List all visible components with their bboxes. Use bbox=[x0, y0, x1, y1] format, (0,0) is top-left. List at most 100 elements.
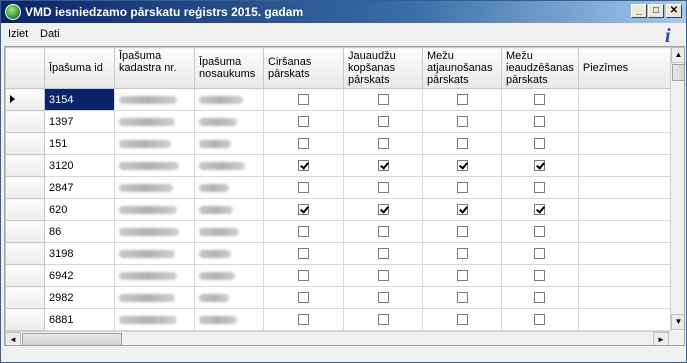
cell-piezimes[interactable] bbox=[577, 198, 672, 221]
col-header-piezimes[interactable]: Piezīmes bbox=[577, 47, 672, 89]
cell-id[interactable]: 2847 bbox=[44, 176, 115, 199]
cell-id[interactable]: 1397 bbox=[44, 110, 115, 133]
col-header-atjaunosana[interactable]: Mežu atjaunošanas pārskats bbox=[422, 47, 502, 89]
scroll-up-button[interactable]: ▲ bbox=[671, 47, 684, 63]
table-row[interactable]: 6881 bbox=[5, 308, 672, 331]
cell-id[interactable]: 151 bbox=[44, 132, 115, 155]
table-row[interactable]: 3120 bbox=[5, 154, 672, 177]
cell-piezimes[interactable] bbox=[577, 176, 672, 199]
cell-piezimes[interactable] bbox=[577, 132, 672, 155]
col-header-cirsana[interactable]: Ciršanas pārskats bbox=[263, 47, 344, 89]
jauaudzes-checkbox[interactable] bbox=[377, 292, 389, 304]
cell-nosaukums-redacted[interactable] bbox=[194, 176, 264, 199]
vertical-scroll-thumb[interactable] bbox=[672, 64, 684, 81]
jauaudzes-checkbox[interactable] bbox=[377, 138, 389, 150]
maximize-button[interactable]: □ bbox=[648, 4, 664, 18]
cell-kadastrs-redacted[interactable] bbox=[114, 154, 195, 177]
close-button[interactable]: ✕ bbox=[666, 4, 682, 18]
table-row[interactable]: 151 bbox=[5, 132, 672, 155]
cell-kadastrs-redacted[interactable] bbox=[114, 220, 195, 243]
table-row[interactable]: 2847 bbox=[5, 176, 672, 199]
cell-kadastrs-redacted[interactable] bbox=[114, 264, 195, 287]
row-header[interactable] bbox=[5, 154, 45, 177]
table-row[interactable]: 2982 bbox=[5, 286, 672, 309]
table-row[interactable]: 3154 bbox=[5, 88, 672, 111]
cell-piezimes[interactable] bbox=[577, 242, 672, 265]
atjaunosana-checkbox[interactable] bbox=[456, 204, 468, 216]
cirsana-checkbox[interactable] bbox=[298, 182, 309, 194]
cirsana-checkbox[interactable] bbox=[298, 248, 309, 260]
cell-kadastrs-redacted[interactable] bbox=[114, 176, 195, 199]
ieaudzesana-checkbox[interactable] bbox=[534, 270, 546, 282]
row-header[interactable] bbox=[5, 286, 45, 309]
jauaudzes-checkbox[interactable] bbox=[377, 116, 389, 128]
title-bar[interactable]: VMD iesniedzamo pārskatu reģistrs 2015. … bbox=[1, 1, 686, 23]
cell-kadastrs-redacted[interactable] bbox=[114, 242, 195, 265]
ieaudzesana-checkbox[interactable] bbox=[534, 226, 546, 238]
ieaudzesana-checkbox[interactable] bbox=[534, 292, 546, 304]
cell-piezimes[interactable] bbox=[577, 154, 672, 177]
cell-kadastrs-redacted[interactable] bbox=[114, 286, 195, 309]
jauaudzes-checkbox[interactable] bbox=[377, 314, 389, 326]
cell-nosaukums-redacted[interactable] bbox=[194, 308, 264, 331]
cirsana-checkbox[interactable] bbox=[298, 116, 309, 128]
info-icon[interactable]: i bbox=[665, 25, 671, 48]
minimize-button[interactable]: _ bbox=[631, 4, 647, 18]
row-header[interactable] bbox=[5, 308, 45, 331]
cell-piezimes[interactable] bbox=[577, 110, 672, 133]
menu-iziet[interactable]: Iziet bbox=[8, 28, 28, 40]
cirsana-checkbox[interactable] bbox=[298, 160, 309, 172]
table-row[interactable]: 620 bbox=[5, 198, 672, 221]
cell-kadastrs-redacted[interactable] bbox=[114, 198, 195, 221]
table-row[interactable]: 6942 bbox=[5, 264, 672, 287]
table-row[interactable]: 1397 bbox=[5, 110, 672, 133]
jauaudzes-checkbox[interactable] bbox=[377, 226, 389, 238]
jauaudzes-checkbox[interactable] bbox=[377, 248, 389, 260]
atjaunosana-checkbox[interactable] bbox=[456, 160, 468, 172]
atjaunosana-checkbox[interactable] bbox=[456, 226, 468, 238]
row-header[interactable] bbox=[5, 198, 45, 221]
cell-id[interactable]: 86 bbox=[44, 220, 115, 243]
row-header[interactable] bbox=[5, 242, 45, 265]
cell-nosaukums-redacted[interactable] bbox=[194, 88, 264, 111]
cirsana-checkbox[interactable] bbox=[298, 94, 309, 106]
cirsana-checkbox[interactable] bbox=[298, 226, 309, 238]
row-header[interactable] bbox=[5, 220, 45, 243]
jauaudzes-checkbox[interactable] bbox=[377, 94, 389, 106]
col-header-nosaukums[interactable]: Īpašuma nosaukums bbox=[194, 47, 264, 89]
ieaudzesana-checkbox[interactable] bbox=[534, 94, 546, 106]
col-header-jauaudzes[interactable]: Jauaudžu kopšanas pārskats bbox=[343, 47, 423, 89]
ieaudzesana-checkbox[interactable] bbox=[534, 182, 546, 194]
ieaudzesana-checkbox[interactable] bbox=[534, 248, 546, 260]
col-header-kadastrs[interactable]: Īpašuma kadastra nr. bbox=[114, 47, 195, 89]
cell-id[interactable]: 3198 bbox=[44, 242, 115, 265]
ieaudzesana-checkbox[interactable] bbox=[534, 138, 546, 150]
cell-piezimes[interactable] bbox=[577, 220, 672, 243]
cell-nosaukums-redacted[interactable] bbox=[194, 198, 264, 221]
cell-piezimes[interactable] bbox=[577, 286, 672, 309]
row-header[interactable] bbox=[5, 110, 45, 133]
atjaunosana-checkbox[interactable] bbox=[456, 94, 468, 106]
cell-nosaukums-redacted[interactable] bbox=[194, 286, 264, 309]
cell-kadastrs-redacted[interactable] bbox=[114, 132, 195, 155]
cell-nosaukums-redacted[interactable] bbox=[194, 242, 264, 265]
row-header[interactable] bbox=[5, 132, 45, 155]
ieaudzesana-checkbox[interactable] bbox=[534, 204, 546, 216]
row-header[interactable] bbox=[5, 264, 45, 287]
cell-nosaukums-redacted[interactable] bbox=[194, 154, 264, 177]
cell-kadastrs-redacted[interactable] bbox=[114, 88, 195, 111]
cell-nosaukums-redacted[interactable] bbox=[194, 220, 264, 243]
atjaunosana-checkbox[interactable] bbox=[456, 248, 468, 260]
cell-id[interactable]: 620 bbox=[44, 198, 115, 221]
cell-id[interactable]: 6942 bbox=[44, 264, 115, 287]
cell-nosaukums-redacted[interactable] bbox=[194, 110, 264, 133]
cirsana-checkbox[interactable] bbox=[298, 314, 309, 326]
atjaunosana-checkbox[interactable] bbox=[456, 292, 468, 304]
atjaunosana-checkbox[interactable] bbox=[456, 270, 468, 282]
row-header[interactable] bbox=[5, 88, 45, 111]
cell-nosaukums-redacted[interactable] bbox=[194, 264, 264, 287]
table-row[interactable]: 86 bbox=[5, 220, 672, 243]
jauaudzes-checkbox[interactable] bbox=[377, 204, 389, 216]
cell-piezimes[interactable] bbox=[577, 88, 672, 111]
col-header-ieaudzesana[interactable]: Mežu ieaudzēšanas pārskats bbox=[501, 47, 579, 89]
